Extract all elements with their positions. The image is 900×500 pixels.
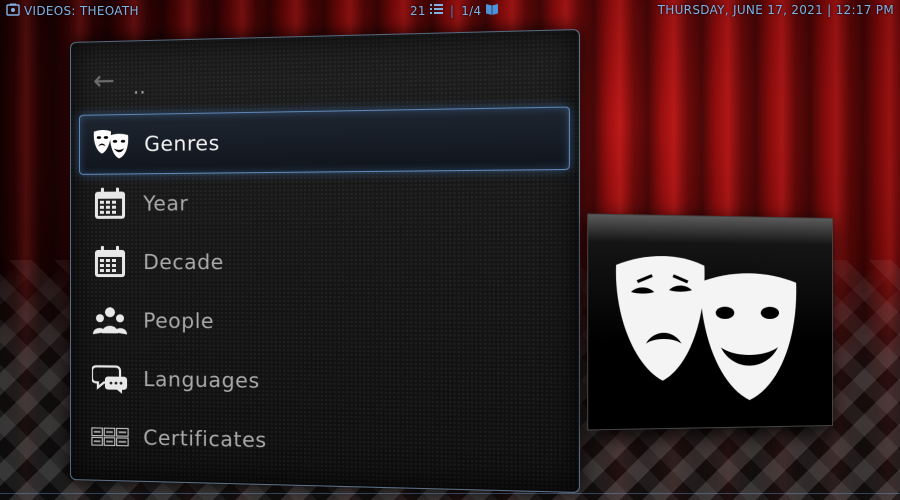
list-icon bbox=[429, 3, 443, 18]
thumbnail-sheen bbox=[588, 214, 833, 245]
menu-item-label: People bbox=[143, 308, 215, 334]
back-label: .. bbox=[132, 74, 146, 99]
page-indicator: 1/4 bbox=[461, 3, 482, 18]
item-count: 21 bbox=[410, 3, 426, 18]
datetime: THURSDAY, JUNE 17, 2021 | 12:17 PM bbox=[657, 3, 894, 17]
menu-list: Genres Year Decade People Languages Cert… bbox=[78, 106, 570, 477]
section-indicator: VIDEOS: THEOATH bbox=[6, 3, 139, 19]
back-item[interactable]: ← .. bbox=[93, 65, 146, 99]
menu-item-label: Genres bbox=[144, 130, 220, 157]
menu-item-languages[interactable]: Languages bbox=[79, 349, 570, 415]
menu-item-certificates[interactable]: Certificates bbox=[79, 407, 570, 477]
menu-item-label: Languages bbox=[143, 366, 260, 393]
certificate-badges-icon bbox=[91, 417, 129, 456]
menu-item-people[interactable]: People bbox=[79, 291, 570, 354]
top-status-bar: VIDEOS: THEOATH 21 | 1/4 THURSDAY, JUNE … bbox=[0, 0, 900, 22]
theater-masks-icon bbox=[615, 255, 797, 401]
menu-item-label: Decade bbox=[143, 249, 224, 275]
menu-item-decade[interactable]: Decade bbox=[79, 231, 570, 292]
calendar-icon bbox=[91, 184, 129, 222]
menu-item-year[interactable]: Year bbox=[79, 170, 570, 233]
calendar-icon bbox=[91, 243, 129, 281]
back-arrow-icon[interactable]: ← bbox=[93, 66, 115, 97]
genre-preview-thumbnail bbox=[587, 213, 833, 431]
video-folder-icon bbox=[6, 3, 20, 19]
menu-item-label: Year bbox=[143, 191, 189, 216]
theater-masks-icon bbox=[92, 125, 130, 164]
speech-bubbles-icon bbox=[91, 359, 129, 398]
section-label: VIDEOS: THEOATH bbox=[24, 4, 139, 18]
item-counter: 21 | 1/4 bbox=[410, 3, 499, 18]
bottom-divider bbox=[0, 493, 900, 494]
separator: | bbox=[449, 3, 455, 18]
book-icon bbox=[485, 3, 499, 18]
menu-item-label: Certificates bbox=[143, 425, 267, 453]
people-icon bbox=[91, 301, 129, 339]
menu-panel: ← .. Genres Year Decade People Languages… bbox=[70, 28, 581, 494]
menu-item-genres[interactable]: Genres bbox=[78, 106, 570, 175]
